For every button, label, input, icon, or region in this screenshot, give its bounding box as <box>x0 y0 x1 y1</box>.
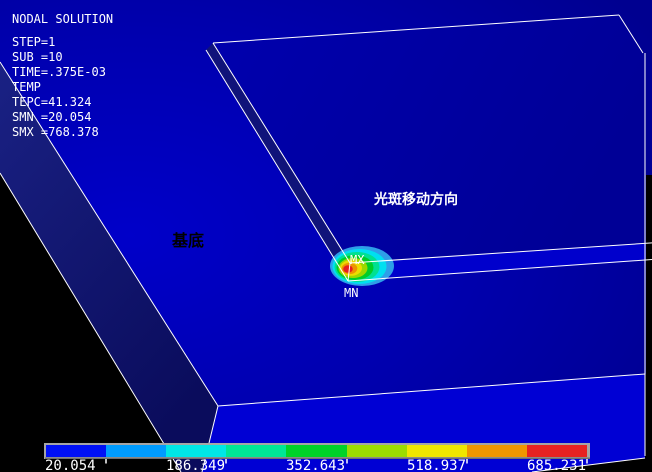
info-line-sub: SUB =10 <box>12 50 63 64</box>
spot-direction-label: 光斑移动方向 <box>373 191 458 208</box>
max-temp-marker: MX <box>350 253 365 267</box>
colorbar-segment-3 <box>166 445 226 457</box>
legend-value-3: 352.643 <box>286 458 345 472</box>
colorbar-segment-1 <box>46 445 106 457</box>
colorbar-segment-9 <box>527 445 587 457</box>
right-clip-sliver <box>646 175 652 457</box>
substrate-label: 基底 <box>171 231 204 250</box>
colorbar-segment-7 <box>407 445 467 457</box>
legend-value-1: 20.054 <box>45 458 96 472</box>
colorbar-segments <box>46 445 587 457</box>
ansys-graphics-window[interactable]: MX MN 基底 光斑移动方向 NODAL SOLUTION STEP=1 SU… <box>0 0 652 472</box>
info-line-tepc: TEPC=41.324 <box>12 95 91 109</box>
info-line-title: NODAL SOLUTION <box>12 12 113 26</box>
legend-value-2: 186.349 <box>166 458 225 472</box>
colorbar-segment-2 <box>106 445 166 457</box>
colorbar-segment-4 <box>226 445 286 457</box>
legend-value-4: 518.937 <box>407 458 466 472</box>
info-line-temp: TEMP <box>12 80 41 94</box>
info-line-smx: SMX =768.378 <box>12 125 99 139</box>
colorbar-segment-6 <box>347 445 407 457</box>
colorbar-segment-8 <box>467 445 527 457</box>
fea-render-canvas: MX MN 基底 光斑移动方向 NODAL SOLUTION STEP=1 SU… <box>0 0 652 472</box>
min-temp-marker: MN <box>344 286 358 300</box>
legend-value-5: 685.231 <box>527 458 586 472</box>
colorbar-segment-5 <box>286 445 347 457</box>
info-line-time: TIME=.375E-03 <box>12 65 106 79</box>
info-line-smn: SMN =20.054 <box>12 110 91 124</box>
info-line-step: STEP=1 <box>12 35 55 49</box>
